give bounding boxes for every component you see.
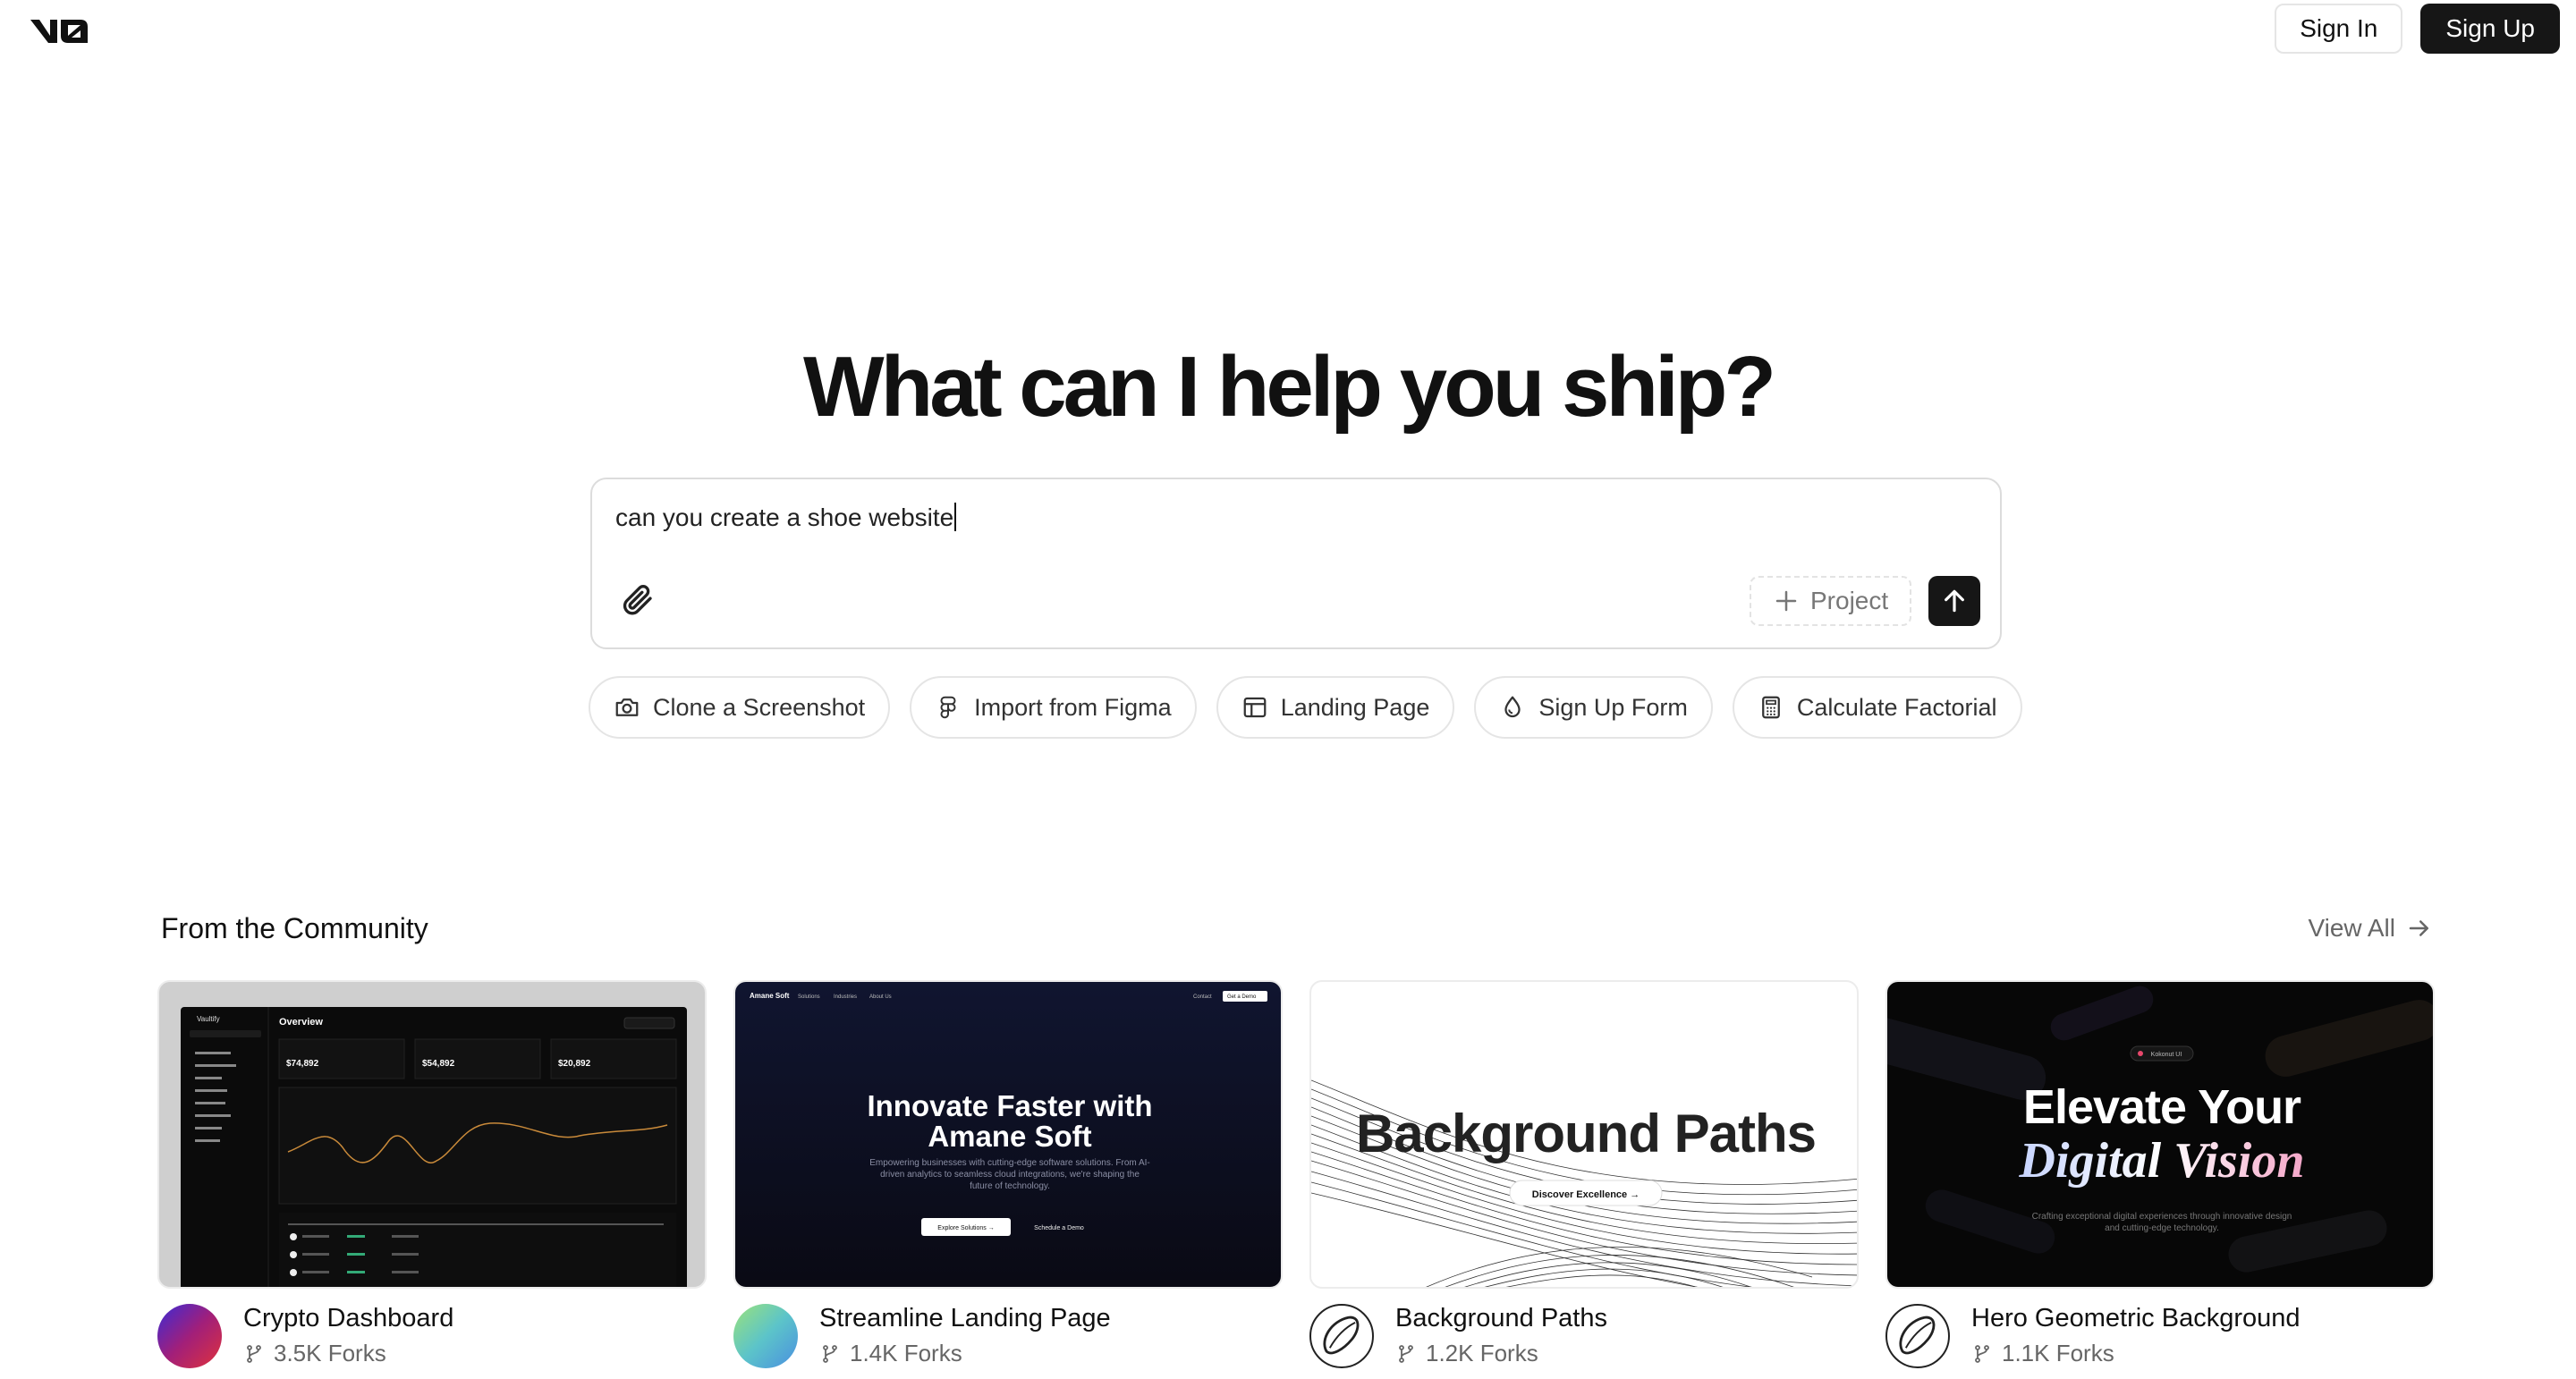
layout-icon (1243, 697, 1267, 718)
sign-up-button[interactable]: Sign Up (2420, 4, 2560, 54)
project-label: Project (1810, 587, 1889, 614)
arrow-right-icon (2409, 920, 2428, 936)
chip-calculate-factorial[interactable]: Calculate Factorial (1732, 676, 2022, 739)
crypto-dashboard-preview: Vaultify Overview $74,892 $54,892 $20,89… (181, 1007, 687, 1287)
community-card-hero-geometric[interactable]: Kokonut UI Elevate Your Digital Vision C… (1885, 980, 2435, 1368)
community-title: From the Community (161, 912, 428, 944)
preview-headline: Innovate Faster with (867, 1089, 1152, 1122)
community-card-crypto-dashboard[interactable]: Vaultify Overview $74,892 $54,892 $20,89… (157, 980, 707, 1368)
text-caret (954, 503, 957, 531)
figma-icon (940, 696, 956, 719)
card-title[interactable]: Background Paths (1395, 1304, 1607, 1333)
paperclip-icon (623, 585, 652, 615)
v0-logo[interactable] (29, 13, 89, 47)
card-title[interactable]: Hero Geometric Background (1971, 1304, 2301, 1333)
suggestion-chips: Clone a Screenshot Import from Figma Lan… (589, 676, 2022, 739)
card-forks: 3.5K Forks (243, 1340, 386, 1367)
chip-sign-up-form[interactable]: Sign Up Form (1474, 676, 1713, 739)
preview-nav: Solutions (798, 994, 820, 1000)
preview-headline: Elevate Your (2023, 1080, 2301, 1134)
preview-contact: Contact (1193, 994, 1212, 1000)
card-forks: 1.1K Forks (1971, 1340, 2114, 1367)
landing-page-preview: Amane Soft Solutions Industries About Us… (750, 991, 1267, 1236)
prompt-input[interactable]: can you create a shoe website (615, 503, 957, 532)
chip-clone-screenshot[interactable]: Clone a Screenshot (589, 676, 891, 739)
path-logo-icon (1899, 1316, 1936, 1355)
arrow-up-icon (1945, 589, 1964, 613)
preview-heading: Overview (279, 1017, 323, 1028)
preview-cta: Discover Excellence → (1532, 1189, 1640, 1200)
forks-count: 1.4K Forks (850, 1340, 962, 1366)
forks-count: 1.1K Forks (2002, 1340, 2114, 1366)
card-title[interactable]: Crypto Dashboard (243, 1304, 453, 1333)
chip-label: Calculate Factorial (1796, 693, 1997, 721)
author-avatar[interactable] (1309, 1304, 1374, 1368)
prompt-input-value: can you create a shoe website (615, 503, 954, 531)
community-card-background-paths[interactable]: Background Paths Discover Excellence → B… (1309, 980, 1859, 1368)
preview-demo: Get a Demo (1227, 994, 1257, 1000)
card-thumbnail[interactable]: Vaultify Overview $74,892 $54,892 $20,89… (157, 980, 707, 1289)
send-button[interactable] (1928, 576, 1980, 626)
prompt-box[interactable]: can you create a shoe website Project (590, 478, 2002, 649)
card-forks: 1.4K Forks (819, 1340, 962, 1367)
card-thumbnail[interactable]: Amane Soft Solutions Industries About Us… (733, 980, 1283, 1289)
plus-icon (1775, 590, 1797, 612)
droplet-icon (1504, 696, 1521, 718)
path-logo-icon (1323, 1316, 1360, 1355)
preview-stat: $20,892 (558, 1059, 591, 1069)
v0-logo-icon (30, 20, 88, 43)
preview-stat: $74,892 (286, 1059, 319, 1069)
chip-label: Landing Page (1280, 693, 1430, 721)
preview-cta: Explore Solutions → (937, 1225, 994, 1231)
preview-headline: Background Paths (1356, 1104, 1816, 1163)
fork-icon (1975, 1344, 1989, 1363)
preview-nav: About Us (869, 994, 892, 1000)
hero-geometric-preview: Kokonut UI Elevate Your Digital Vision C… (1887, 986, 2433, 1273)
hero-title: What can I help you ship? (802, 339, 1776, 435)
chip-label: Clone a Screenshot (653, 693, 866, 721)
preview-headline: Digital Vision (2019, 1133, 2305, 1189)
preview-badge: Kokonut UI (2151, 1052, 2182, 1058)
project-button[interactable]: Project (1750, 576, 1912, 626)
chip-label: Import from Figma (974, 693, 1172, 721)
preview-brand: Vaultify (197, 1015, 220, 1023)
preview-nav: Industries (834, 994, 857, 1000)
preview-brand: Amane Soft (750, 992, 790, 1000)
chip-label: Sign Up Form (1538, 693, 1688, 721)
author-avatar[interactable] (157, 1304, 222, 1368)
chip-landing-page[interactable]: Landing Page (1216, 676, 1455, 739)
preview-subtitle: Crafting exceptional digital experiences… (2031, 1212, 2292, 1233)
auth-buttons: Sign In Sign Up (2275, 4, 2560, 54)
view-all-label: View All (2308, 914, 2395, 942)
camera-icon (615, 698, 639, 716)
attach-button[interactable] (619, 581, 655, 617)
preview-cta: Schedule a Demo (1034, 1225, 1084, 1231)
author-avatar[interactable] (1885, 1304, 1950, 1368)
fork-icon (823, 1344, 837, 1363)
card-thumbnail[interactable]: Kokonut UI Elevate Your Digital Vision C… (1885, 980, 2435, 1289)
view-all-link[interactable]: View All (2308, 914, 2433, 943)
card-thumbnail[interactable]: Background Paths Discover Excellence → (1309, 980, 1859, 1289)
preview-stat: $54,892 (422, 1059, 455, 1069)
background-paths-preview: Background Paths Discover Excellence → (1311, 1079, 1857, 1287)
card-forks: 1.2K Forks (1395, 1340, 1538, 1367)
calculator-icon (1762, 696, 1780, 719)
sign-in-button[interactable]: Sign In (2275, 4, 2403, 54)
fork-icon (247, 1344, 261, 1363)
preview-headline: Amane Soft (928, 1120, 1091, 1153)
preview-subtitle: Empowering businesses with cutting-edge … (869, 1158, 1150, 1191)
chip-import-figma[interactable]: Import from Figma (910, 676, 1197, 739)
fork-icon (1399, 1344, 1413, 1363)
card-title[interactable]: Streamline Landing Page (819, 1304, 1111, 1333)
forks-count: 1.2K Forks (1426, 1340, 1538, 1366)
community-card-streamline-landing[interactable]: Amane Soft Solutions Industries About Us… (733, 980, 1283, 1368)
author-avatar[interactable] (733, 1304, 798, 1368)
forks-count: 3.5K Forks (274, 1340, 386, 1366)
